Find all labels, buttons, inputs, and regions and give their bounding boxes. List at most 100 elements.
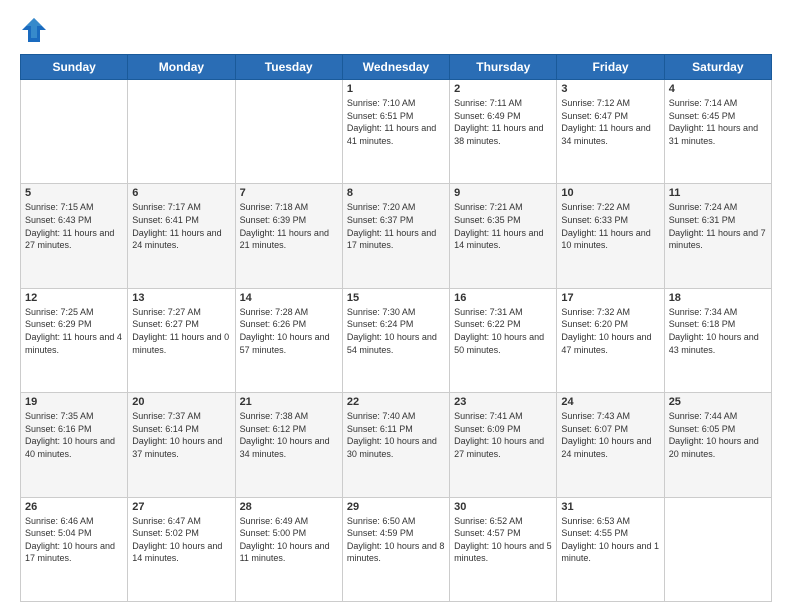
day-number: 1 [347, 83, 445, 95]
day-cell [21, 80, 128, 184]
week-row-4: 19Sunrise: 7:35 AM Sunset: 6:16 PM Dayli… [21, 393, 772, 497]
day-info: Sunrise: 6:50 AM Sunset: 4:59 PM Dayligh… [347, 515, 445, 565]
weekday-header-monday: Monday [128, 55, 235, 80]
day-number: 6 [132, 187, 230, 199]
day-info: Sunrise: 7:35 AM Sunset: 6:16 PM Dayligh… [25, 410, 123, 460]
day-number: 12 [25, 292, 123, 304]
day-cell [664, 497, 771, 601]
day-cell: 11 Sunrise: 7:24 AM Sunset: 6:31 PM Dayli… [664, 184, 771, 288]
day-number: 18 [669, 292, 767, 304]
day-cell: 18 Sunrise: 7:34 AM Sunset: 6:18 PM Dayli… [664, 288, 771, 392]
day-info: Sunrise: 7:21 AM Sunset: 6:35 PM Dayligh… [454, 201, 552, 251]
day-info: Sunrise: 7:25 AM Sunset: 6:29 PM Dayligh… [25, 306, 123, 356]
day-cell: 5 Sunrise: 7:15 AM Sunset: 6:43 PM Daylig… [21, 184, 128, 288]
day-info: Sunrise: 6:46 AM Sunset: 5:04 PM Dayligh… [25, 515, 123, 565]
weekday-header-row: SundayMondayTuesdayWednesdayThursdayFrid… [21, 55, 772, 80]
day-number: 20 [132, 396, 230, 408]
weekday-header-wednesday: Wednesday [342, 55, 449, 80]
day-info: Sunrise: 7:40 AM Sunset: 6:11 PM Dayligh… [347, 410, 445, 460]
day-cell: 30Sunrise: 6:52 AM Sunset: 4:57 PM Dayli… [450, 497, 557, 601]
day-cell: 10Sunrise: 7:22 AM Sunset: 6:33 PM Dayli… [557, 184, 664, 288]
day-cell [128, 80, 235, 184]
day-number: 4 [669, 83, 767, 95]
page: SundayMondayTuesdayWednesdayThursdayFrid… [0, 0, 792, 612]
day-cell: 25 Sunrise: 7:44 AM Sunset: 6:05 PM Dayli… [664, 393, 771, 497]
day-number: 10 [561, 187, 659, 199]
day-info: Sunrise: 7:38 AM Sunset: 6:12 PM Dayligh… [240, 410, 338, 460]
week-row-3: 12 Sunrise: 7:25 AM Sunset: 6:29 PM Dayli… [21, 288, 772, 392]
day-info: Sunrise: 6:53 AM Sunset: 4:55 PM Dayligh… [561, 515, 659, 565]
day-info: Sunrise: 7:37 AM Sunset: 6:14 PM Dayligh… [132, 410, 230, 460]
day-number: 22 [347, 396, 445, 408]
day-cell: 31 Sunrise: 6:53 AM Sunset: 4:55 PM Dayli… [557, 497, 664, 601]
day-info: Sunrise: 7:31 AM Sunset: 6:22 PM Dayligh… [454, 306, 552, 356]
logo-icon [20, 16, 48, 44]
day-number: 9 [454, 187, 552, 199]
day-cell: 6 Sunrise: 7:17 AM Sunset: 6:41 PM Daylig… [128, 184, 235, 288]
day-cell: 27 Sunrise: 6:47 AM Sunset: 5:02 PM Dayli… [128, 497, 235, 601]
day-cell: 2Sunrise: 7:11 AM Sunset: 6:49 PM Daylig… [450, 80, 557, 184]
day-cell: 26 Sunrise: 6:46 AM Sunset: 5:04 PM Dayli… [21, 497, 128, 601]
day-number: 21 [240, 396, 338, 408]
day-number: 27 [132, 501, 230, 513]
day-info: Sunrise: 7:18 AM Sunset: 6:39 PM Dayligh… [240, 201, 338, 251]
day-number: 5 [25, 187, 123, 199]
weekday-header-sunday: Sunday [21, 55, 128, 80]
day-number: 14 [240, 292, 338, 304]
day-cell: 15 Sunrise: 7:30 AM Sunset: 6:24 PM Dayli… [342, 288, 449, 392]
day-cell: 13 Sunrise: 7:27 AM Sunset: 6:27 PM Dayli… [128, 288, 235, 392]
day-info: Sunrise: 7:10 AM Sunset: 6:51 PM Dayligh… [347, 97, 445, 147]
day-number: 11 [669, 187, 767, 199]
day-cell: 28Sunrise: 6:49 AM Sunset: 5:00 PM Dayli… [235, 497, 342, 601]
day-number: 23 [454, 396, 552, 408]
day-info: Sunrise: 7:44 AM Sunset: 6:05 PM Dayligh… [669, 410, 767, 460]
day-info: Sunrise: 7:17 AM Sunset: 6:41 PM Dayligh… [132, 201, 230, 251]
logo [20, 16, 52, 44]
calendar-table: SundayMondayTuesdayWednesdayThursdayFrid… [20, 54, 772, 602]
day-number: 7 [240, 187, 338, 199]
day-cell [235, 80, 342, 184]
day-info: Sunrise: 7:30 AM Sunset: 6:24 PM Dayligh… [347, 306, 445, 356]
day-cell: 1 Sunrise: 7:10 AM Sunset: 6:51 PM Daylig… [342, 80, 449, 184]
week-row-2: 5 Sunrise: 7:15 AM Sunset: 6:43 PM Daylig… [21, 184, 772, 288]
day-cell: 14 Sunrise: 7:28 AM Sunset: 6:26 PM Dayli… [235, 288, 342, 392]
day-number: 29 [347, 501, 445, 513]
day-info: Sunrise: 7:12 AM Sunset: 6:47 PM Dayligh… [561, 97, 659, 147]
day-number: 25 [669, 396, 767, 408]
day-cell: 21 Sunrise: 7:38 AM Sunset: 6:12 PM Dayli… [235, 393, 342, 497]
weekday-header-friday: Friday [557, 55, 664, 80]
day-cell: 16 Sunrise: 7:31 AM Sunset: 6:22 PM Dayli… [450, 288, 557, 392]
day-number: 13 [132, 292, 230, 304]
weekday-header-saturday: Saturday [664, 55, 771, 80]
day-info: Sunrise: 7:15 AM Sunset: 6:43 PM Dayligh… [25, 201, 123, 251]
day-info: Sunrise: 7:34 AM Sunset: 6:18 PM Dayligh… [669, 306, 767, 356]
day-info: Sunrise: 7:32 AM Sunset: 6:20 PM Dayligh… [561, 306, 659, 356]
day-number: 31 [561, 501, 659, 513]
day-number: 17 [561, 292, 659, 304]
weekday-header-tuesday: Tuesday [235, 55, 342, 80]
weekday-header-thursday: Thursday [450, 55, 557, 80]
day-cell: 22 Sunrise: 7:40 AM Sunset: 6:11 PM Dayli… [342, 393, 449, 497]
header [20, 16, 772, 44]
day-cell: 20 Sunrise: 7:37 AM Sunset: 6:14 PM Dayli… [128, 393, 235, 497]
day-number: 15 [347, 292, 445, 304]
day-number: 24 [561, 396, 659, 408]
day-number: 8 [347, 187, 445, 199]
day-cell: 29 Sunrise: 6:50 AM Sunset: 4:59 PM Dayli… [342, 497, 449, 601]
day-info: Sunrise: 7:27 AM Sunset: 6:27 PM Dayligh… [132, 306, 230, 356]
day-cell: 8 Sunrise: 7:20 AM Sunset: 6:37 PM Daylig… [342, 184, 449, 288]
day-info: Sunrise: 6:49 AM Sunset: 5:00 PM Dayligh… [240, 515, 338, 565]
day-info: Sunrise: 7:20 AM Sunset: 6:37 PM Dayligh… [347, 201, 445, 251]
day-number: 16 [454, 292, 552, 304]
day-info: Sunrise: 6:52 AM Sunset: 4:57 PM Dayligh… [454, 515, 552, 565]
day-info: Sunrise: 6:47 AM Sunset: 5:02 PM Dayligh… [132, 515, 230, 565]
day-info: Sunrise: 7:24 AM Sunset: 6:31 PM Dayligh… [669, 201, 767, 251]
day-number: 26 [25, 501, 123, 513]
week-row-1: 1 Sunrise: 7:10 AM Sunset: 6:51 PM Daylig… [21, 80, 772, 184]
day-info: Sunrise: 7:41 AM Sunset: 6:09 PM Dayligh… [454, 410, 552, 460]
day-info: Sunrise: 7:43 AM Sunset: 6:07 PM Dayligh… [561, 410, 659, 460]
day-cell: 7 Sunrise: 7:18 AM Sunset: 6:39 PM Daylig… [235, 184, 342, 288]
day-info: Sunrise: 7:28 AM Sunset: 6:26 PM Dayligh… [240, 306, 338, 356]
day-info: Sunrise: 7:14 AM Sunset: 6:45 PM Dayligh… [669, 97, 767, 147]
day-cell: 24 Sunrise: 7:43 AM Sunset: 6:07 PM Dayli… [557, 393, 664, 497]
